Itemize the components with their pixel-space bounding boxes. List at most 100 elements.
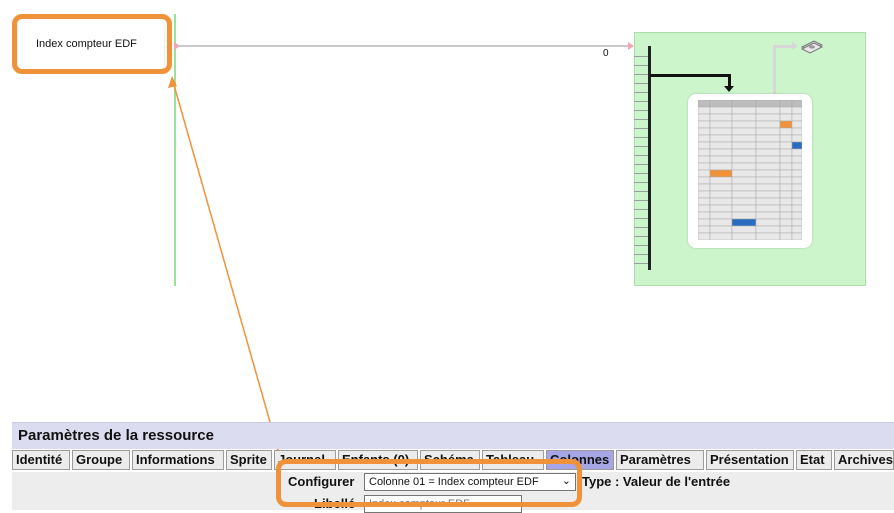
mini-table-cell — [779, 134, 793, 143]
tab-item[interactable]: Informations — [132, 450, 224, 470]
input-tick — [634, 227, 648, 228]
mini-table-cell — [709, 113, 733, 122]
input-tick — [634, 146, 648, 147]
mini-table-cell — [779, 176, 793, 185]
mini-table-cell — [791, 204, 802, 213]
mini-table-cell — [755, 197, 781, 206]
mini-table-cell — [791, 169, 802, 178]
mini-table-cell — [779, 148, 793, 157]
mini-table-cell — [709, 218, 733, 227]
input-tick — [634, 245, 648, 246]
mini-table-cell — [698, 225, 711, 234]
mini-table-cell — [731, 169, 757, 178]
tab-item[interactable]: Sprite — [226, 450, 272, 470]
mini-table-cell — [698, 176, 711, 185]
mini-table-cell — [698, 155, 711, 164]
mini-table-cell — [791, 141, 802, 150]
mini-table-cell — [755, 190, 781, 199]
input-rail — [648, 46, 651, 270]
mini-table-cell — [779, 232, 793, 240]
input-tick — [634, 263, 648, 264]
input-tick — [634, 209, 648, 210]
input-tick — [634, 200, 648, 201]
mini-table-cell — [791, 155, 802, 164]
mini-table-cell — [731, 190, 757, 199]
mini-table-cell — [698, 190, 711, 199]
input-tick — [634, 254, 648, 255]
mini-table-cell — [755, 218, 781, 227]
mini-table-cell — [755, 211, 781, 220]
mini-table-cell — [779, 204, 793, 213]
input-tick — [634, 74, 648, 75]
mini-table-cell — [791, 183, 802, 192]
mini-table-cell — [791, 176, 802, 185]
mini-table-cell — [779, 106, 793, 115]
mini-table-cell — [791, 113, 802, 122]
mini-table-cell — [731, 176, 757, 185]
tab-item[interactable]: Groupe — [72, 450, 130, 470]
mini-table-cell — [698, 169, 711, 178]
mini-table-cell — [731, 162, 757, 171]
mini-table-cell — [698, 148, 711, 157]
arrow-horizontal — [650, 74, 730, 77]
mini-table-cell — [698, 232, 711, 240]
mini-table-cell — [791, 134, 802, 143]
mini-table-cell — [779, 141, 793, 150]
mini-table-cell — [698, 183, 711, 192]
mini-table-cell — [709, 100, 733, 108]
mini-table-cell — [698, 100, 711, 108]
params-header: Paramètres de la ressource — [12, 422, 894, 449]
mini-table-cell — [779, 100, 793, 108]
mini-table-cell — [755, 155, 781, 164]
mini-table-cell — [791, 120, 802, 129]
money-icon[interactable] — [800, 38, 824, 54]
input-tick — [634, 137, 648, 138]
mini-table-cell — [755, 120, 781, 129]
mini-table-cell — [779, 155, 793, 164]
tab-item[interactable]: Archives — [834, 450, 894, 470]
mini-table-cell — [779, 197, 793, 206]
mini-table-cell — [709, 197, 733, 206]
input-tick — [634, 236, 648, 237]
mini-table-cell — [698, 134, 711, 143]
mini-table-cell — [779, 120, 793, 129]
mini-table-cell — [755, 232, 781, 240]
mini-table-cell — [731, 218, 757, 227]
mini-table-cell — [779, 183, 793, 192]
mini-table-cell — [709, 148, 733, 157]
mini-table-cell — [779, 127, 793, 136]
mini-table-cell — [731, 232, 757, 240]
mini-table-cell — [779, 162, 793, 171]
mini-table-cell — [731, 183, 757, 192]
mini-table-cell — [698, 113, 711, 122]
mini-table-cell — [731, 155, 757, 164]
tab-item[interactable]: Présentation — [706, 450, 794, 470]
mini-table-cell — [755, 148, 781, 157]
mini-table-cell — [755, 169, 781, 178]
mini-table-cell — [791, 148, 802, 157]
mini-table-cell — [755, 162, 781, 171]
highlight-configurer — [276, 459, 582, 507]
mini-table-cell — [731, 120, 757, 129]
mini-table-cell — [709, 169, 733, 178]
mini-table-cell — [731, 127, 757, 136]
link-line[interactable] — [178, 45, 628, 47]
mini-table-cell — [709, 225, 733, 234]
mini-table-cell — [731, 197, 757, 206]
input-tick — [634, 155, 648, 156]
input-tick — [634, 164, 648, 165]
tab-item[interactable]: Paramètres — [616, 450, 704, 470]
mini-table-cell — [779, 211, 793, 220]
input-tick — [634, 173, 648, 174]
mini-table-cell — [731, 141, 757, 150]
mini-table-cell — [698, 120, 711, 129]
tab-item[interactable]: Identité — [12, 450, 70, 470]
mini-table-cell — [755, 141, 781, 150]
mini-table-cell — [709, 190, 733, 199]
mini-table-cell — [755, 100, 781, 108]
output-connector-vertical — [773, 45, 776, 95]
mini-table-cell — [731, 211, 757, 220]
tab-item[interactable]: Etat — [796, 450, 832, 470]
input-tick — [634, 92, 648, 93]
mini-table-cell — [791, 197, 802, 206]
